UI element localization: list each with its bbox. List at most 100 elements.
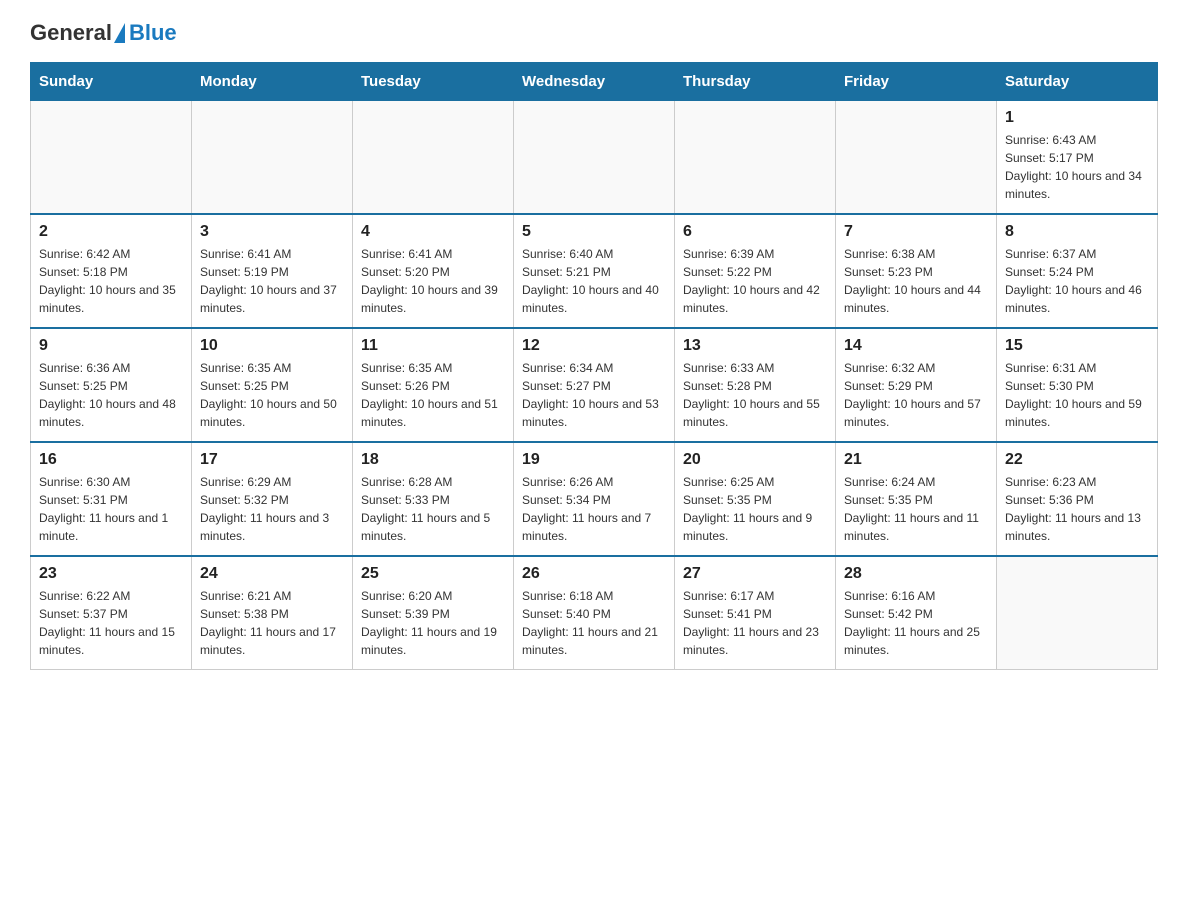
day-number: 5 bbox=[522, 223, 666, 241]
day-number: 25 bbox=[361, 565, 505, 583]
day-number: 18 bbox=[361, 451, 505, 469]
day-number: 13 bbox=[683, 337, 827, 355]
logo-blue: Blue bbox=[129, 20, 177, 45]
day-number: 9 bbox=[39, 337, 183, 355]
day-number: 27 bbox=[683, 565, 827, 583]
logo: General Blue bbox=[30, 20, 177, 46]
table-row bbox=[31, 101, 192, 215]
day-info: Sunrise: 6:37 AM Sunset: 5:24 PM Dayligh… bbox=[1005, 245, 1149, 317]
day-info: Sunrise: 6:32 AM Sunset: 5:29 PM Dayligh… bbox=[844, 359, 988, 431]
day-number: 28 bbox=[844, 565, 988, 583]
day-info: Sunrise: 6:23 AM Sunset: 5:36 PM Dayligh… bbox=[1005, 473, 1149, 545]
table-row: 3Sunrise: 6:41 AM Sunset: 5:19 PM Daylig… bbox=[192, 214, 353, 328]
col-friday: Friday bbox=[836, 63, 997, 101]
day-number: 23 bbox=[39, 565, 183, 583]
day-info: Sunrise: 6:38 AM Sunset: 5:23 PM Dayligh… bbox=[844, 245, 988, 317]
day-info: Sunrise: 6:29 AM Sunset: 5:32 PM Dayligh… bbox=[200, 473, 344, 545]
table-row: 4 Sunrise: 6:41 AM Sunset: 5:20 PM Daylig… bbox=[353, 214, 514, 328]
table-row bbox=[997, 556, 1158, 670]
table-row bbox=[514, 101, 675, 215]
col-saturday: Saturday bbox=[997, 63, 1158, 101]
day-info: Sunrise: 6:33 AM Sunset: 5:28 PM Dayligh… bbox=[683, 359, 827, 431]
day-info: Sunrise: 6:31 AM Sunset: 5:30 PM Dayligh… bbox=[1005, 359, 1149, 431]
day-info: Sunrise: 6:34 AM Sunset: 5:27 PM Dayligh… bbox=[522, 359, 666, 431]
table-row: 27 Sunrise: 6:17 AM Sunset: 5:41 PM Dayli… bbox=[675, 556, 836, 670]
day-number: 10 bbox=[200, 337, 344, 355]
logo-triangle-icon bbox=[114, 23, 125, 43]
calendar-table: Sunday Monday Tuesday Wednesday Thursday… bbox=[30, 62, 1158, 670]
table-row: 10Sunrise: 6:35 AM Sunset: 5:25 PM Dayli… bbox=[192, 328, 353, 442]
calendar-week-row: 23 Sunrise: 6:22 AM Sunset: 5:37 PM Dayli… bbox=[31, 556, 1158, 670]
day-number: 7 bbox=[844, 223, 988, 241]
day-info: Sunrise: 6:30 AM Sunset: 5:31 PM Dayligh… bbox=[39, 473, 183, 545]
table-row bbox=[192, 101, 353, 215]
day-number: 24 bbox=[200, 565, 344, 583]
col-tuesday: Tuesday bbox=[353, 63, 514, 101]
day-number: 19 bbox=[522, 451, 666, 469]
day-info: Sunrise: 6:39 AM Sunset: 5:22 PM Dayligh… bbox=[683, 245, 827, 317]
day-number: 4 bbox=[361, 223, 505, 241]
day-info: Sunrise: 6:36 AM Sunset: 5:25 PM Dayligh… bbox=[39, 359, 183, 431]
calendar-week-row: 9 Sunrise: 6:36 AM Sunset: 5:25 PM Daylig… bbox=[31, 328, 1158, 442]
table-row: 24Sunrise: 6:21 AM Sunset: 5:38 PM Dayli… bbox=[192, 556, 353, 670]
table-row: 17 Sunrise: 6:29 AM Sunset: 5:32 PM Dayli… bbox=[192, 442, 353, 556]
day-info: Sunrise: 6:28 AM Sunset: 5:33 PM Dayligh… bbox=[361, 473, 505, 545]
table-row: 20 Sunrise: 6:25 AM Sunset: 5:35 PM Dayli… bbox=[675, 442, 836, 556]
day-number: 22 bbox=[1005, 451, 1149, 469]
day-number: 21 bbox=[844, 451, 988, 469]
table-row: 18 Sunrise: 6:28 AM Sunset: 5:33 PM Dayli… bbox=[353, 442, 514, 556]
day-number: 15 bbox=[1005, 337, 1149, 355]
table-row: 14 Sunrise: 6:32 AM Sunset: 5:29 PM Dayli… bbox=[836, 328, 997, 442]
day-info: Sunrise: 6:25 AM Sunset: 5:35 PM Dayligh… bbox=[683, 473, 827, 545]
day-number: 1 bbox=[1005, 109, 1149, 127]
calendar-week-row: 1 Sunrise: 6:43 AM Sunset: 5:17 PM Daylig… bbox=[31, 101, 1158, 215]
day-number: 6 bbox=[683, 223, 827, 241]
page-header: General Blue bbox=[30, 20, 1158, 46]
day-info: Sunrise: 6:43 AM Sunset: 5:17 PM Dayligh… bbox=[1005, 131, 1149, 203]
table-row: 19Sunrise: 6:26 AM Sunset: 5:34 PM Dayli… bbox=[514, 442, 675, 556]
col-thursday: Thursday bbox=[675, 63, 836, 101]
table-row: 26 Sunrise: 6:18 AM Sunset: 5:40 PM Dayli… bbox=[514, 556, 675, 670]
day-info: Sunrise: 6:20 AM Sunset: 5:39 PM Dayligh… bbox=[361, 587, 505, 659]
day-number: 12 bbox=[522, 337, 666, 355]
table-row: 13 Sunrise: 6:33 AM Sunset: 5:28 PM Dayli… bbox=[675, 328, 836, 442]
col-wednesday: Wednesday bbox=[514, 63, 675, 101]
day-number: 17 bbox=[200, 451, 344, 469]
day-info: Sunrise: 6:24 AM Sunset: 5:35 PM Dayligh… bbox=[844, 473, 988, 545]
day-number: 11 bbox=[361, 337, 505, 355]
table-row bbox=[353, 101, 514, 215]
day-number: 2 bbox=[39, 223, 183, 241]
table-row: 9 Sunrise: 6:36 AM Sunset: 5:25 PM Daylig… bbox=[31, 328, 192, 442]
table-row bbox=[836, 101, 997, 215]
calendar-header-row: Sunday Monday Tuesday Wednesday Thursday… bbox=[31, 63, 1158, 101]
table-row: 12 Sunrise: 6:34 AM Sunset: 5:27 PM Dayli… bbox=[514, 328, 675, 442]
table-row: 25 Sunrise: 6:20 AM Sunset: 5:39 PM Dayli… bbox=[353, 556, 514, 670]
day-number: 16 bbox=[39, 451, 183, 469]
day-number: 14 bbox=[844, 337, 988, 355]
table-row: 15 Sunrise: 6:31 AM Sunset: 5:30 PM Dayli… bbox=[997, 328, 1158, 442]
day-info: Sunrise: 6:22 AM Sunset: 5:37 PM Dayligh… bbox=[39, 587, 183, 659]
table-row: 11Sunrise: 6:35 AM Sunset: 5:26 PM Dayli… bbox=[353, 328, 514, 442]
day-number: 8 bbox=[1005, 223, 1149, 241]
day-info: Sunrise: 6:42 AM Sunset: 5:18 PM Dayligh… bbox=[39, 245, 183, 317]
logo-general: General bbox=[30, 20, 112, 46]
day-info: Sunrise: 6:40 AM Sunset: 5:21 PM Dayligh… bbox=[522, 245, 666, 317]
table-row: 22 Sunrise: 6:23 AM Sunset: 5:36 PM Dayli… bbox=[997, 442, 1158, 556]
day-info: Sunrise: 6:16 AM Sunset: 5:42 PM Dayligh… bbox=[844, 587, 988, 659]
table-row bbox=[675, 101, 836, 215]
table-row: 5 Sunrise: 6:40 AM Sunset: 5:21 PM Daylig… bbox=[514, 214, 675, 328]
day-info: Sunrise: 6:41 AM Sunset: 5:20 PM Dayligh… bbox=[361, 245, 505, 317]
table-row: 28 Sunrise: 6:16 AM Sunset: 5:42 PM Dayli… bbox=[836, 556, 997, 670]
day-number: 20 bbox=[683, 451, 827, 469]
day-number: 26 bbox=[522, 565, 666, 583]
table-row: 21 Sunrise: 6:24 AM Sunset: 5:35 PM Dayli… bbox=[836, 442, 997, 556]
table-row: 1 Sunrise: 6:43 AM Sunset: 5:17 PM Daylig… bbox=[997, 101, 1158, 215]
day-info: Sunrise: 6:18 AM Sunset: 5:40 PM Dayligh… bbox=[522, 587, 666, 659]
table-row: 7 Sunrise: 6:38 AM Sunset: 5:23 PM Daylig… bbox=[836, 214, 997, 328]
day-number: 3 bbox=[200, 223, 344, 241]
table-row: 2 Sunrise: 6:42 AM Sunset: 5:18 PM Daylig… bbox=[31, 214, 192, 328]
calendar-week-row: 2 Sunrise: 6:42 AM Sunset: 5:18 PM Daylig… bbox=[31, 214, 1158, 328]
col-monday: Monday bbox=[192, 63, 353, 101]
table-row: 8 Sunrise: 6:37 AM Sunset: 5:24 PM Daylig… bbox=[997, 214, 1158, 328]
day-info: Sunrise: 6:17 AM Sunset: 5:41 PM Dayligh… bbox=[683, 587, 827, 659]
